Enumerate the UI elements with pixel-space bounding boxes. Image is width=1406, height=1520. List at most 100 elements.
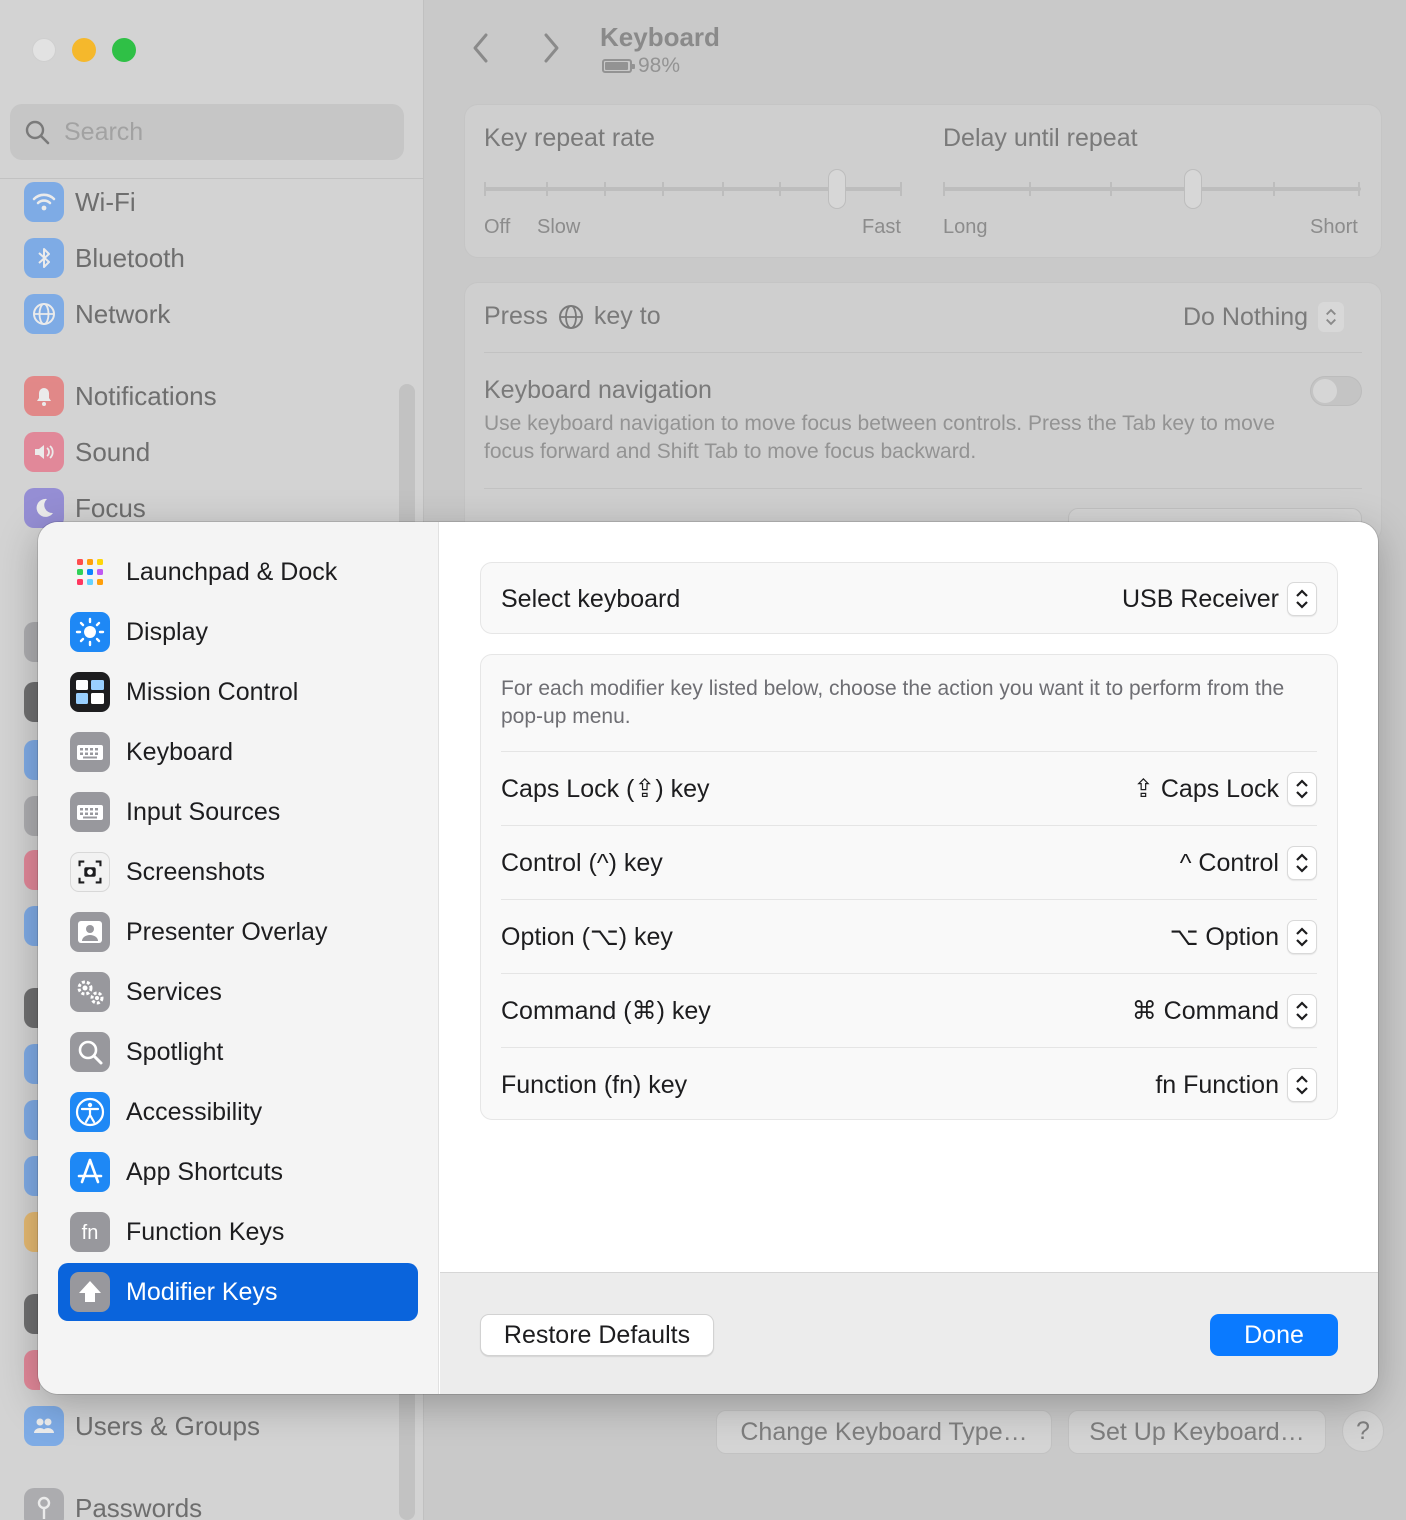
chevron-right-icon <box>544 33 559 63</box>
key-repeat-label: Key repeat rate <box>484 124 655 152</box>
sidebar-item-passwords[interactable]: Passwords <box>24 1487 202 1520</box>
slider-label-off: Off <box>484 216 511 238</box>
sidebar-item-label: Passwords <box>75 1492 203 1520</box>
window-close-button[interactable] <box>32 38 56 62</box>
up-down-chevron-icon <box>1287 582 1317 616</box>
help-button[interactable]: ? <box>1342 1410 1384 1452</box>
shortcut-category-input-sources[interactable]: Input Sources <box>58 783 418 841</box>
delay-repeat-slider-knob[interactable] <box>1184 169 1202 209</box>
sidebar-item-label: Notifications <box>75 380 217 411</box>
press-globe-key-label: Press key to <box>484 302 661 331</box>
shortcut-category-presenter-overlay[interactable]: Presenter Overlay <box>58 903 418 961</box>
select-keyboard-value: USB Receiver <box>1122 584 1279 613</box>
shortcut-category-label: Spotlight <box>126 1037 224 1066</box>
shortcut-category-label: Screenshots <box>126 857 265 886</box>
command-action-popup[interactable]: ⌘ Command <box>1132 994 1317 1028</box>
presenter-overlay-icon <box>70 912 110 952</box>
search-field[interactable]: Search <box>10 104 404 160</box>
sidebar-item-network[interactable]: Network <box>24 293 170 335</box>
delay-repeat-label: Delay until repeat <box>943 124 1138 152</box>
select-keyboard-popup[interactable]: USB Receiver <box>1122 582 1317 616</box>
shortcut-category-label: Accessibility <box>126 1097 263 1126</box>
up-down-chevron-icon <box>1318 302 1345 332</box>
sidebar-item-wifi[interactable]: Wi-Fi <box>24 181 136 223</box>
row-divider <box>484 352 1362 353</box>
gears-icon <box>70 972 110 1012</box>
shortcut-category-screenshots[interactable]: Screenshots <box>58 843 418 901</box>
modifier-row-control: Control (^) key ^ Control <box>501 826 1317 900</box>
search-placeholder: Search <box>64 117 144 146</box>
battery-status: 98% <box>602 54 680 78</box>
modifier-row-value: ⇪ Caps Lock <box>1132 775 1279 803</box>
key-to-label-part: key to <box>593 302 661 330</box>
set-up-keyboard-button[interactable]: Set Up Keyboard… <box>1068 1410 1326 1454</box>
modifier-key-icon <box>70 1272 110 1312</box>
sidebar-item-users-groups[interactable]: Users & Groups <box>24 1405 260 1447</box>
modifier-row-label: Option (⌥) key <box>501 923 673 951</box>
modifier-row-value: ⌘ Command <box>1131 997 1279 1025</box>
key-icon <box>24 1488 64 1520</box>
shortcut-category-keyboard[interactable]: Keyboard <box>58 723 418 781</box>
function-action-popup[interactable]: fn Function <box>1155 1068 1317 1102</box>
sidebar-item-label: Bluetooth <box>75 242 185 273</box>
select-keyboard-label: Select keyboard <box>501 584 681 613</box>
window-minimize-button[interactable] <box>72 38 96 62</box>
shortcut-category-display[interactable]: Display <box>58 603 418 661</box>
shortcut-category-label: Display <box>126 617 208 646</box>
slider-label-slow: Slow <box>537 216 581 238</box>
sidebar-item-sound[interactable]: Sound <box>24 431 150 473</box>
battery-percentage: 98% <box>638 54 681 77</box>
app-store-icon <box>70 1152 110 1192</box>
shortcut-category-label: Input Sources <box>126 797 281 826</box>
screenshot-icon <box>70 852 110 892</box>
sidebar-item-bluetooth[interactable]: Bluetooth <box>24 237 185 279</box>
slider-label-long: Long <box>943 216 988 238</box>
restore-defaults-button[interactable]: Restore Defaults <box>480 1314 714 1356</box>
battery-icon <box>602 59 635 73</box>
shortcut-category-modifier-keys[interactable]: Modifier Keys <box>58 1263 418 1321</box>
key-repeat-slider-knob[interactable] <box>828 169 846 209</box>
press-globe-key-popup[interactable]: Do Nothing <box>1183 302 1345 332</box>
sidebar-item-label: Sound <box>75 436 151 467</box>
done-button[interactable]: Done <box>1210 1314 1338 1356</box>
shortcut-category-services[interactable]: Services <box>58 963 418 1021</box>
shortcut-category-label: Services <box>126 977 222 1006</box>
shortcut-category-function-keys[interactable]: fn Function Keys <box>58 1203 418 1261</box>
shortcut-category-accessibility[interactable]: Accessibility <box>58 1083 418 1141</box>
bell-icon <box>24 376 64 416</box>
shortcut-category-spotlight[interactable]: Spotlight <box>58 1023 418 1081</box>
shortcut-category-app-shortcuts[interactable]: App Shortcuts <box>58 1143 418 1201</box>
change-keyboard-type-button[interactable]: Change Keyboard Type… <box>716 1410 1052 1454</box>
brightness-icon <box>70 612 110 652</box>
shortcut-category-label: Keyboard <box>126 737 234 766</box>
shortcut-category-label: App Shortcuts <box>126 1157 284 1186</box>
keyboard-navigation-toggle[interactable] <box>1310 376 1362 406</box>
mission-control-icon <box>70 672 110 712</box>
sidebar-item-label: Users & Groups <box>75 1410 260 1441</box>
shortcut-category-label: Presenter Overlay <box>126 917 328 946</box>
shortcut-category-label: Launchpad & Dock <box>126 557 338 586</box>
wifi-icon <box>24 182 64 222</box>
keyboard-navigation-label: Keyboard navigation <box>484 376 712 404</box>
up-down-chevron-icon <box>1287 1068 1317 1102</box>
globe-icon <box>558 304 583 329</box>
caps-lock-action-popup[interactable]: ⇪ Caps Lock <box>1133 772 1317 806</box>
option-action-popup[interactable]: ⌥ Option <box>1170 920 1317 954</box>
forward-button[interactable] <box>536 30 566 66</box>
shortcut-category-mission-control[interactable]: Mission Control <box>58 663 418 721</box>
press-globe-key-value: Do Nothing <box>1183 302 1309 331</box>
slider-label-fast: Fast <box>862 216 901 238</box>
select-keyboard-box: Select keyboard USB Receiver <box>480 562 1338 634</box>
back-button[interactable] <box>466 30 496 66</box>
control-action-popup[interactable]: ^ Control <box>1180 846 1317 880</box>
modifier-row-label: Function (fn) key <box>501 1070 688 1099</box>
network-globe-icon <box>24 294 64 334</box>
sidebar-divider <box>0 178 423 179</box>
modifier-row-function: Function (fn) key fn Function <box>501 1048 1317 1122</box>
chevron-left-icon <box>473 33 488 63</box>
shortcut-category-launchpad-dock[interactable]: Launchpad & Dock <box>58 543 418 601</box>
shortcut-category-label: Function Keys <box>126 1217 285 1246</box>
keyboard-icon <box>70 732 110 772</box>
window-zoom-button[interactable] <box>112 38 136 62</box>
sidebar-item-notifications[interactable]: Notifications <box>24 375 217 417</box>
